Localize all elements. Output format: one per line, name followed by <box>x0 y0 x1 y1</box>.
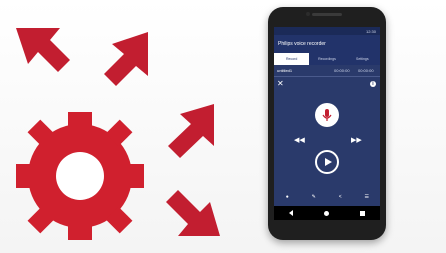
play-icon <box>325 158 332 166</box>
arrow-up-right-icon <box>104 32 148 86</box>
bottom-toolbar: ● ✎ < ☰ <box>274 191 380 203</box>
fast-forward-icon[interactable]: ▶▶ <box>351 137 362 144</box>
edit-icon[interactable]: ✎ <box>311 194 317 200</box>
tab-settings[interactable]: Settings <box>345 53 380 65</box>
status-time: 12:30 <box>365 29 376 34</box>
android-nav-bar <box>274 206 380 220</box>
total-time: 00:00:00 <box>358 68 374 73</box>
arrow-down-right-icon <box>166 190 220 236</box>
close-icon[interactable]: ✕ <box>277 80 284 88</box>
share-icon[interactable]: < <box>337 194 343 200</box>
divider <box>274 76 380 77</box>
index-icon[interactable]: ● <box>284 194 290 200</box>
app-screen: 12:30 Philips voice recorder Record Reco… <box>274 27 380 220</box>
camera-icon <box>306 12 310 16</box>
recent-apps-icon[interactable] <box>359 210 365 216</box>
rewind-icon[interactable]: ◀◀ <box>294 137 305 144</box>
play-button[interactable] <box>315 150 339 174</box>
smartphone: 12:30 Philips voice recorder Record Reco… <box>268 7 386 240</box>
record-button[interactable] <box>315 103 339 127</box>
home-icon[interactable] <box>323 210 329 216</box>
status-bar: 12:30 <box>274 27 380 35</box>
file-name: untitled1 <box>277 68 293 73</box>
info-icon[interactable]: i <box>370 81 376 87</box>
arrow-up-right-icon <box>168 104 214 158</box>
app-bar: Philips voice recorder <box>274 35 380 53</box>
tab-bar: Record Recordings Settings <box>274 53 380 65</box>
hero-banner: 12:30 Philips voice recorder Record Reco… <box>0 0 446 253</box>
menu-icon[interactable]: ☰ <box>364 194 370 200</box>
elapsed-time: 00:00:00 <box>334 68 350 73</box>
microphone-icon <box>322 109 332 121</box>
gear-hole <box>56 152 104 200</box>
arrow-up-left-icon <box>16 28 70 72</box>
speaker-grille <box>312 13 342 16</box>
file-info: untitled1 00:00:00 00:00:00 <box>274 67 380 76</box>
tab-recordings[interactable]: Recordings <box>309 53 344 65</box>
tab-record[interactable]: Record <box>274 53 310 65</box>
app-title: Philips voice recorder <box>278 41 326 47</box>
back-icon[interactable] <box>289 210 294 216</box>
